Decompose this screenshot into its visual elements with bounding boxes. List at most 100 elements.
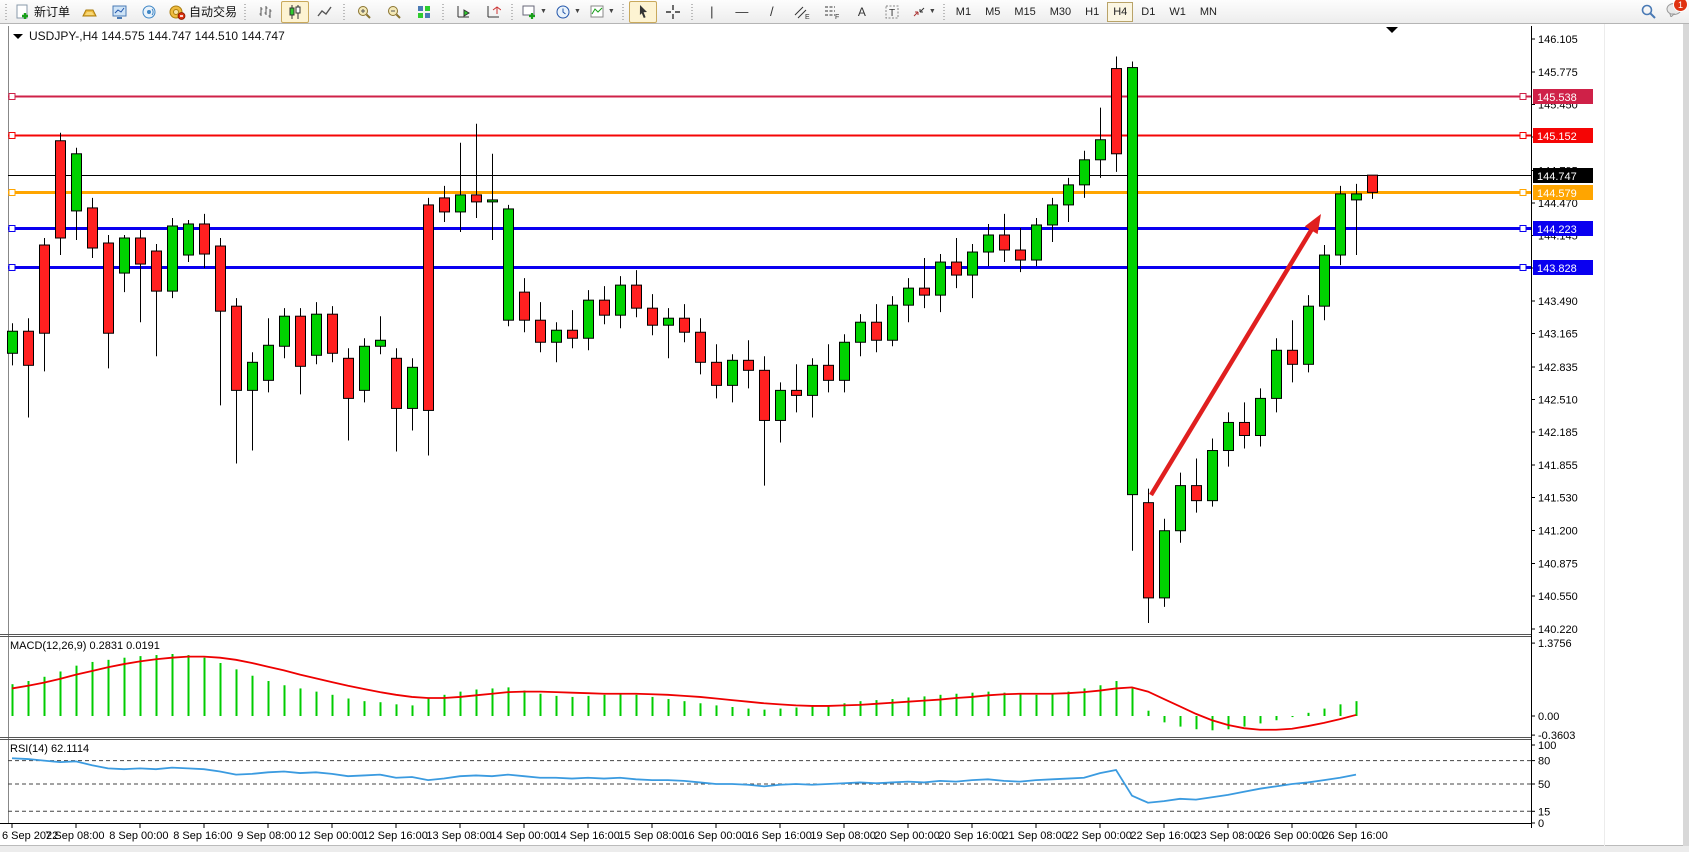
macd-label: MACD(12,26,9) 0.2831 0.0191	[10, 640, 160, 652]
tab-timeframe-m1[interactable]: M1	[950, 2, 977, 22]
svg-text:26 Sep 00:00: 26 Sep 00:00	[1258, 830, 1323, 842]
gold-button[interactable]	[75, 1, 103, 23]
autotrading-icon	[168, 4, 186, 20]
trendline-button[interactable]: /	[758, 1, 786, 23]
tab-timeframe-h4[interactable]: H4	[1107, 2, 1133, 22]
tab-timeframe-h1[interactable]: H1	[1079, 2, 1105, 22]
svg-text:142.510: 142.510	[1538, 394, 1578, 406]
candle	[1240, 422, 1250, 435]
candle	[152, 251, 162, 291]
candle	[488, 200, 498, 202]
svg-text:145.538: 145.538	[1537, 92, 1577, 104]
window-scrollbar[interactable]	[1683, 24, 1689, 846]
toolbar-grip[interactable]	[441, 4, 446, 20]
candle	[696, 332, 706, 362]
indicators-button[interactable]: ▼	[586, 1, 618, 23]
zoom-in-button[interactable]	[350, 1, 378, 23]
svg-text:14 Sep 16:00: 14 Sep 16:00	[554, 830, 619, 842]
svg-text:8 Sep 00:00: 8 Sep 00:00	[109, 830, 168, 842]
toolbar-grip[interactable]	[510, 4, 515, 20]
tab-timeframe-mn[interactable]: MN	[1194, 2, 1223, 22]
candle	[632, 285, 642, 308]
fibonacci-button[interactable]: F	[818, 1, 846, 23]
search-icon[interactable]	[1640, 3, 1657, 20]
chevron-down-icon: ▼	[540, 8, 547, 15]
bar-chart-button[interactable]	[251, 1, 279, 23]
candle	[1176, 486, 1186, 531]
svg-text:143.165: 143.165	[1538, 329, 1578, 341]
candle	[1144, 503, 1154, 598]
candle	[296, 316, 306, 366]
toolbar-grip[interactable]	[4, 4, 9, 20]
toolbar-grip[interactable]	[690, 4, 695, 20]
tab-timeframe-m15[interactable]: M15	[1008, 2, 1041, 22]
candle	[168, 226, 178, 291]
chart-window[interactable]: 146.105145.775145.450145.125144.795144.4…	[0, 24, 1689, 852]
arrows-button[interactable]: ▼	[908, 1, 939, 23]
candle	[1064, 185, 1074, 205]
auto-scroll-button[interactable]	[449, 1, 477, 23]
tab-timeframe-m5[interactable]: M5	[979, 2, 1006, 22]
candle	[728, 360, 738, 385]
equidistant-channel-button[interactable]: E	[788, 1, 816, 23]
candle	[712, 362, 722, 385]
new-order-icon	[15, 4, 31, 20]
candlestick-chart-button[interactable]	[281, 1, 309, 23]
candle	[376, 340, 386, 346]
zoom-out-button[interactable]	[380, 1, 408, 23]
tab-timeframe-w1[interactable]: W1	[1163, 2, 1192, 22]
candle	[760, 370, 770, 420]
candle	[1368, 175, 1378, 192]
new-chart-button[interactable]: ▼	[518, 1, 550, 23]
candle	[1336, 194, 1346, 255]
cursor-button[interactable]	[629, 1, 657, 23]
text-label-button[interactable]: T	[878, 1, 906, 23]
vertical-line-button[interactable]: |	[698, 1, 726, 23]
market-watch-button[interactable]	[105, 1, 133, 23]
svg-text:F: F	[835, 14, 839, 20]
candle	[616, 285, 626, 315]
svg-text:15: 15	[1538, 806, 1550, 818]
new-order-button[interactable]: 新订单	[12, 1, 73, 23]
signal-button[interactable]	[135, 1, 163, 23]
text-button[interactable]: A	[848, 1, 876, 23]
candle	[1288, 350, 1298, 364]
svg-text:140.220: 140.220	[1538, 624, 1578, 636]
candle	[280, 316, 290, 346]
toolbar-grip[interactable]	[942, 4, 947, 20]
toolbar-grip[interactable]	[243, 4, 248, 20]
svg-text:12 Sep 00:00: 12 Sep 00:00	[298, 830, 363, 842]
candle	[1112, 69, 1122, 154]
autotrading-button[interactable]: 自动交易	[165, 1, 240, 23]
candle	[344, 358, 354, 398]
candle	[312, 314, 322, 355]
candle	[200, 224, 210, 254]
horizontal-line-button[interactable]: —	[728, 1, 756, 23]
chart-shift-button[interactable]	[479, 1, 507, 23]
arrows-icon	[911, 4, 927, 20]
candle	[424, 205, 434, 411]
line-chart-button[interactable]	[311, 1, 339, 23]
candle	[936, 262, 946, 295]
candle	[520, 292, 530, 320]
text-label-icon: T	[884, 4, 900, 20]
chat-button[interactable]: 1	[1665, 1, 1683, 22]
tab-timeframe-m30[interactable]: M30	[1044, 2, 1077, 22]
svg-text:19 Sep 08:00: 19 Sep 08:00	[810, 830, 875, 842]
toolbar-grip[interactable]	[342, 4, 347, 20]
toolbar-grip[interactable]	[621, 4, 626, 20]
candle	[472, 195, 482, 202]
tile-windows-button[interactable]	[410, 1, 438, 23]
candle	[248, 362, 258, 390]
candle	[264, 345, 274, 380]
candle	[840, 342, 850, 380]
svg-text:12 Sep 16:00: 12 Sep 16:00	[362, 830, 427, 842]
candle	[1224, 422, 1234, 450]
crosshair-icon	[665, 4, 681, 20]
tab-timeframe-d1[interactable]: D1	[1135, 2, 1161, 22]
svg-text:20 Sep 16:00: 20 Sep 16:00	[938, 830, 1003, 842]
chevron-down-icon: ▼	[608, 8, 615, 15]
period-button[interactable]: ▼	[552, 1, 584, 23]
crosshair-button[interactable]	[659, 1, 687, 23]
candle	[1032, 225, 1042, 260]
